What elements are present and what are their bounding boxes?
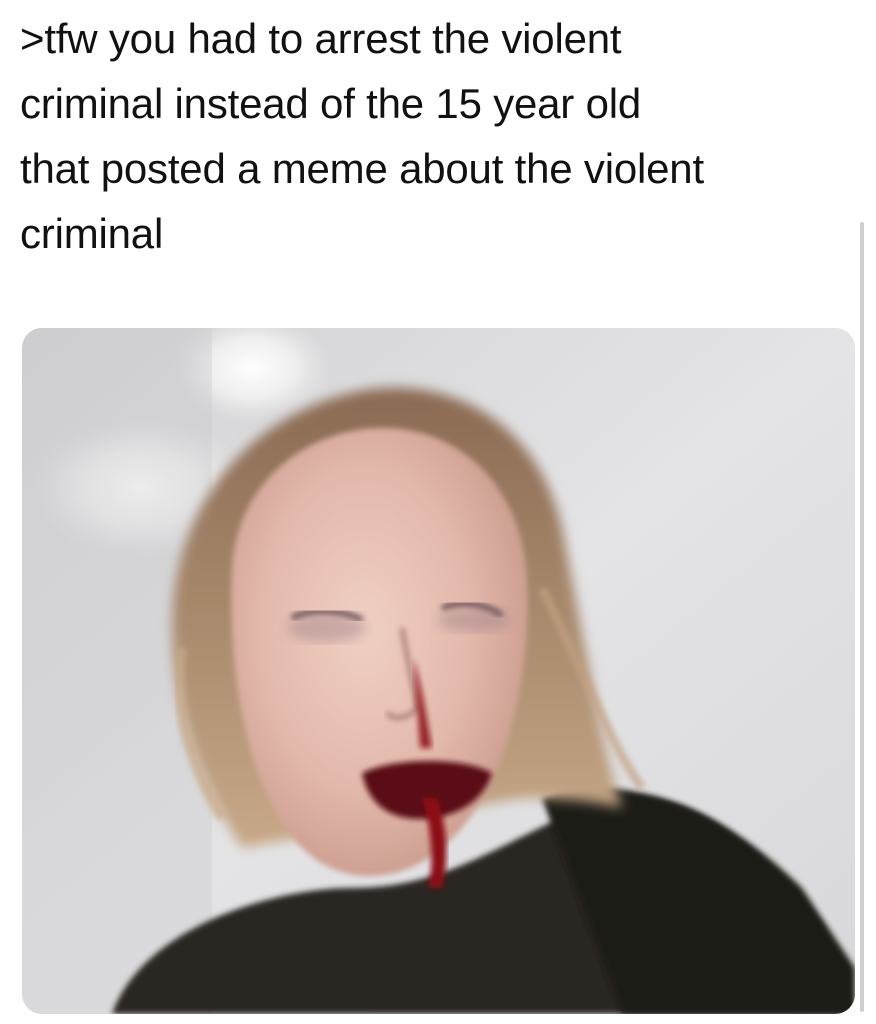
post-image[interactable] — [22, 328, 855, 1014]
post-text: >tfw you had to arrest the violent crimi… — [20, 15, 704, 257]
photo-of-injured-woman-image — [22, 328, 855, 1014]
scrollbar[interactable] — [860, 222, 864, 1012]
